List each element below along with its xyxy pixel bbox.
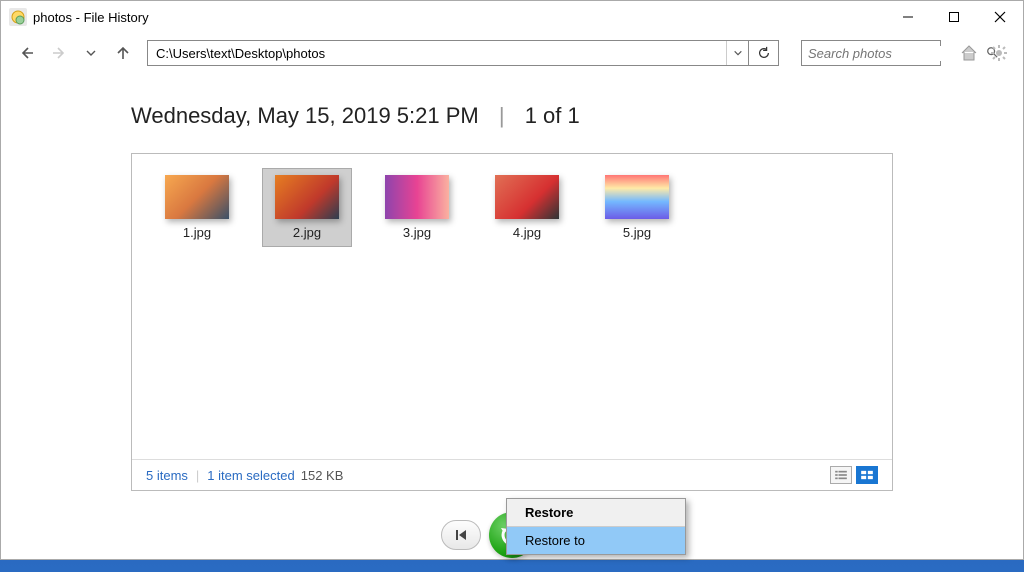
status-bar: 5 items | 1 item selected 152 KB: [132, 459, 892, 490]
home-icon[interactable]: [959, 43, 979, 63]
address-input[interactable]: [148, 41, 726, 65]
file-item[interactable]: 5.jpg: [592, 168, 682, 247]
address-dropdown[interactable]: [726, 41, 748, 65]
window-title: photos - File History: [33, 10, 149, 25]
file-grid[interactable]: 1.jpg 2.jpg 3.jpg 4.jpg 5.jpg: [132, 154, 892, 459]
back-button[interactable]: [15, 41, 39, 65]
file-thumbnail: [165, 175, 229, 219]
file-item[interactable]: 3.jpg: [372, 168, 462, 247]
extra-toolbar-icons: [959, 43, 1009, 63]
file-item[interactable]: 1.jpg: [152, 168, 242, 247]
heading-separator: |: [499, 103, 505, 128]
thumbnail-view-button[interactable]: [856, 466, 878, 484]
file-name: 2.jpg: [269, 225, 345, 240]
titlebar: photos - File History: [1, 1, 1023, 33]
details-view-button[interactable]: [830, 466, 852, 484]
file-name: 5.jpg: [599, 225, 675, 240]
file-item[interactable]: 4.jpg: [482, 168, 572, 247]
restore-context-menu: RestoreRestore to: [506, 498, 686, 555]
forward-button[interactable]: [47, 41, 71, 65]
recent-locations-dropdown[interactable]: [79, 41, 103, 65]
selection-size: 152 KB: [301, 468, 344, 483]
item-count: 5 items: [146, 468, 188, 483]
file-thumbnail: [495, 175, 559, 219]
app-icon: [9, 8, 27, 26]
search-box: [801, 40, 941, 66]
menu-item-restore-to[interactable]: Restore to: [507, 527, 685, 554]
file-history-window: photos - File History: [0, 0, 1024, 560]
view-mode-icons: [830, 466, 878, 484]
menu-item-restore[interactable]: Restore: [507, 499, 685, 527]
version-heading: Wednesday, May 15, 2019 5:21 PM | 1 of 1: [131, 103, 893, 129]
maximize-button[interactable]: [931, 1, 977, 33]
version-page-indicator: 1 of 1: [525, 103, 580, 128]
file-name: 1.jpg: [159, 225, 235, 240]
file-item[interactable]: 2.jpg: [262, 168, 352, 247]
up-button[interactable]: [111, 41, 135, 65]
settings-icon[interactable]: [989, 43, 1009, 63]
minimize-button[interactable]: [885, 1, 931, 33]
version-datetime: Wednesday, May 15, 2019 5:21 PM: [131, 103, 479, 128]
file-name: 3.jpg: [379, 225, 455, 240]
address-bar: [147, 40, 779, 66]
file-thumbnail: [385, 175, 449, 219]
file-thumbnail: [275, 175, 339, 219]
window-controls: [885, 1, 1023, 33]
file-thumbnail: [605, 175, 669, 219]
refresh-button[interactable]: [748, 41, 778, 65]
file-panel: 1.jpg 2.jpg 3.jpg 4.jpg 5.jpg 5 items | 1 it…: [131, 153, 893, 491]
close-button[interactable]: [977, 1, 1023, 33]
file-name: 4.jpg: [489, 225, 565, 240]
selection-count: 1 item selected: [207, 468, 294, 483]
previous-version-button[interactable]: [441, 520, 481, 550]
content-area: Wednesday, May 15, 2019 5:21 PM | 1 of 1…: [1, 73, 1023, 511]
navigation-toolbar: [1, 33, 1023, 73]
